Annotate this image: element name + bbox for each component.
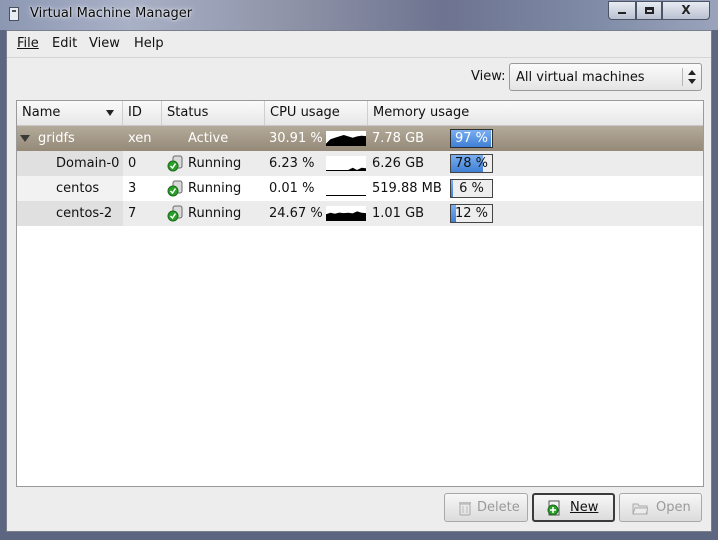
cpu-sparkline <box>326 206 366 221</box>
close-icon: X <box>681 3 691 17</box>
menu-edit-label: Edit <box>52 36 78 51</box>
vm-status: Running <box>188 181 242 196</box>
column-header-status-label: Status <box>167 105 209 120</box>
memory-usage-bar: 6 % <box>450 179 493 198</box>
column-header-name-label: Name <box>22 105 61 120</box>
window-title: Virtual Machine Manager <box>30 6 193 21</box>
menu-help[interactable]: Help <box>134 36 164 51</box>
close-button[interactable]: X <box>662 1 710 20</box>
updown-arrows-icon <box>688 70 696 84</box>
column-header-name[interactable]: Name <box>17 101 123 125</box>
cpu-sparkline-graph <box>326 195 366 196</box>
minimize-icon <box>618 11 626 14</box>
vm-name: centos <box>56 181 100 196</box>
memory-usage-percent: 97 % <box>454 131 489 146</box>
vm-status: Running <box>188 156 242 171</box>
table-row-host[interactable]: gridfs xen Active 30.91 % 7.78 GB 97 % <box>17 126 703 151</box>
view-filter-label: View: <box>471 69 506 84</box>
cpu-sparkline-graph <box>326 135 366 146</box>
title-bar: Virtual Machine Manager X <box>0 0 718 30</box>
vm-memory: 6.26 GB <box>372 156 425 171</box>
running-status-icon <box>167 205 183 222</box>
view-filter-select[interactable]: All virtual machines <box>509 63 702 91</box>
table-row[interactable]: Domain-0 0 Running 6.23 % 6.26 GB 78 % <box>17 151 703 176</box>
column-header-id-label: ID <box>128 105 142 120</box>
delete-button[interactable]: Delete <box>444 493 528 522</box>
vm-cpu: 0.01 % <box>269 181 315 196</box>
memory-usage-bar: 12 % <box>450 204 493 223</box>
vm-memory: 7.78 GB <box>372 131 425 146</box>
maximize-button[interactable] <box>636 1 662 20</box>
sort-descending-icon <box>106 110 114 116</box>
column-header-row: Name ID Status CPU usage Memory usage <box>17 101 703 126</box>
vm-status: Active <box>188 131 229 146</box>
vm-id: 0 <box>128 156 137 171</box>
menu-view-label: View <box>89 36 120 51</box>
column-header-id[interactable]: ID <box>123 101 162 125</box>
expander-icon[interactable] <box>20 135 30 142</box>
open-button-label: Open <box>656 500 691 515</box>
memory-usage-bar: 78 % <box>450 154 493 173</box>
cpu-sparkline-graph <box>326 211 366 221</box>
menu-view[interactable]: View <box>89 36 120 51</box>
memory-usage-percent: 12 % <box>454 206 489 221</box>
vm-id: 3 <box>128 181 137 196</box>
running-status-icon <box>167 180 183 197</box>
maximize-icon <box>644 7 654 14</box>
vm-memory: 519.88 MB <box>372 181 442 196</box>
open-button[interactable]: Open <box>619 493 702 522</box>
menu-bar: File Edit View Help <box>7 31 711 58</box>
table-row[interactable]: centos 3 Running 0.01 % 519.88 MB 6 % <box>17 176 703 201</box>
table-row[interactable]: centos-2 7 Running 24.67 % 1.01 GB 12 % <box>17 201 703 226</box>
trash-icon <box>459 502 471 516</box>
memory-usage-percent: 6 % <box>459 181 484 196</box>
vm-name: gridfs <box>38 131 75 146</box>
vm-status: Running <box>188 206 242 221</box>
vm-id: 7 <box>128 206 137 221</box>
view-filter-value: All virtual machines <box>516 70 645 85</box>
main-window: File Edit View Help View: All virtual ma… <box>6 30 712 532</box>
column-header-memory[interactable]: Memory usage <box>368 101 703 125</box>
vm-cpu: 6.23 % <box>269 156 315 171</box>
new-button[interactable]: New <box>532 493 615 522</box>
column-header-cpu[interactable]: CPU usage <box>265 101 368 125</box>
menu-help-label: Help <box>134 36 164 51</box>
cpu-sparkline-area <box>326 135 366 146</box>
cpu-sparkline <box>326 156 366 171</box>
new-vm-icon <box>547 500 560 516</box>
memory-usage-percent: 78 % <box>454 156 489 171</box>
cpu-sparkline <box>326 181 366 196</box>
running-status-icon <box>167 155 183 172</box>
cpu-sparkline-graph <box>326 167 366 171</box>
vm-list[interactable]: Name ID Status CPU usage Memory usage gr… <box>16 100 704 487</box>
menu-file[interactable]: File <box>17 36 39 51</box>
app-icon <box>9 7 19 21</box>
column-header-cpu-label: CPU usage <box>270 105 340 120</box>
vm-id: xen <box>128 131 152 146</box>
delete-button-label: Delete <box>477 500 520 515</box>
vm-name: centos-2 <box>56 206 113 221</box>
vm-name: Domain-0 <box>56 156 120 171</box>
menu-edit[interactable]: Edit <box>52 36 77 51</box>
memory-usage-bar: 97 % <box>450 129 493 148</box>
new-button-label: New <box>570 500 599 515</box>
vm-cpu: 30.91 % <box>269 131 323 146</box>
minimize-button[interactable] <box>608 1 636 20</box>
vm-cpu: 24.67 % <box>269 206 323 221</box>
cpu-sparkline <box>326 131 366 146</box>
menu-file-label: File <box>17 36 39 51</box>
select-divider <box>682 68 683 86</box>
column-header-memory-label: Memory usage <box>373 105 470 120</box>
cpu-sparkline-area <box>326 211 366 221</box>
folder-icon <box>632 503 648 515</box>
vm-memory: 1.01 GB <box>372 206 425 221</box>
column-header-status[interactable]: Status <box>162 101 265 125</box>
